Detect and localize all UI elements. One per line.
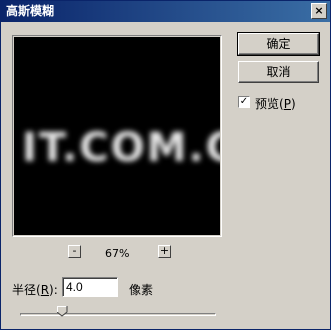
zoom-level: 67%: [105, 247, 130, 260]
radius-input[interactable]: [62, 277, 118, 297]
zoom-out-button[interactable]: -: [68, 245, 81, 258]
radius-slider-thumb[interactable]: [57, 306, 68, 317]
cancel-button[interactable]: 取消: [238, 61, 319, 83]
dialog-title: 高斯模糊: [6, 4, 55, 18]
preview-checkbox-label[interactable]: 预览(P): [255, 95, 296, 112]
radius-label: 半径(R):: [12, 283, 58, 297]
preview-image[interactable]: IT.COM.C: [14, 37, 220, 235]
preview-pane[interactable]: IT.COM.C: [12, 35, 222, 237]
preview-checkbox[interactable]: ✓: [238, 96, 250, 108]
gaussian-blur-dialog: 高斯模糊 × IT.COM.C - 67% + 确定 取消 ✓ 预览(P) 半径…: [0, 0, 331, 330]
close-icon: ×: [314, 4, 324, 17]
radius-slider-track[interactable]: [20, 313, 216, 316]
close-button[interactable]: ×: [311, 3, 327, 19]
zoom-in-button[interactable]: +: [158, 245, 171, 258]
ok-button[interactable]: 确定: [237, 32, 320, 56]
preview-sample-text: IT.COM.C: [22, 125, 220, 171]
title-bar[interactable]: 高斯模糊 ×: [1, 1, 330, 22]
checkmark-icon: ✓: [239, 96, 249, 107]
radius-units: 像素: [129, 283, 154, 297]
